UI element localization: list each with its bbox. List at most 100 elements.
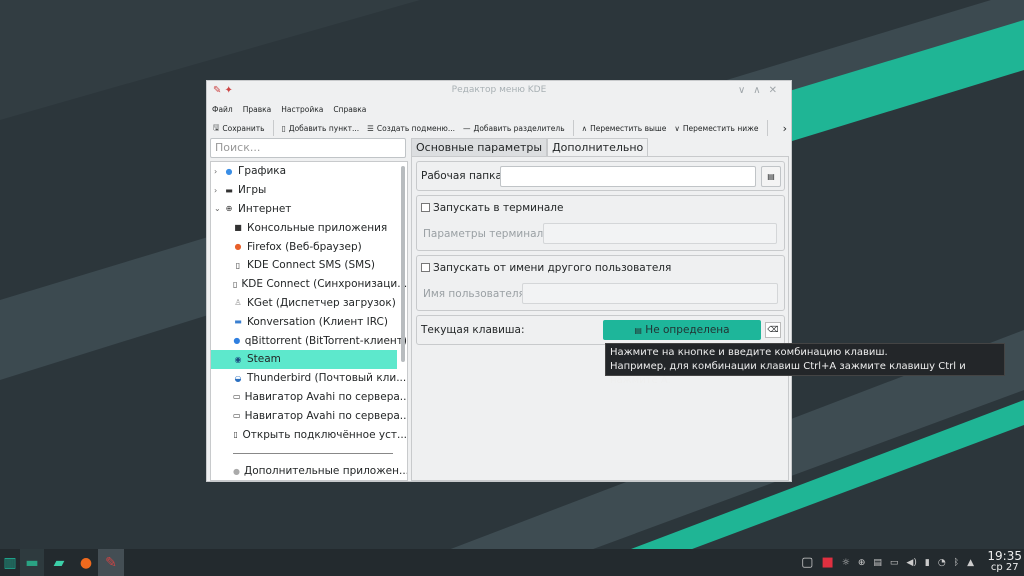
clipboard-icon[interactable]: ▤ — [873, 558, 882, 568]
gamepad-icon: ▬ — [225, 185, 233, 195]
tree-item[interactable]: ▭ Навигатор Avahi по сервера... — [211, 388, 407, 407]
network-icon: ▭ — [233, 411, 241, 421]
shortcut-button[interactable]: ▤ Не определена — [603, 320, 761, 340]
workdir-input[interactable] — [500, 166, 756, 187]
tab-general[interactable]: Основные параметры — [411, 138, 548, 156]
separator-icon: — — [462, 123, 471, 133]
desktop-pager-icon[interactable]: ▬ — [20, 549, 44, 576]
title-bar: ✎ ✦ Редактор меню KDE ∨∧✕ — [207, 81, 791, 100]
battery-icon[interactable]: ▭ — [890, 558, 899, 568]
save-icon: 🖫 — [213, 122, 220, 132]
tree-item[interactable]: › ● Графика — [211, 162, 407, 181]
menu-edit[interactable]: Правка — [243, 105, 272, 114]
move-down-button[interactable]: ∨ Переместить ниже — [674, 124, 758, 133]
folder-view-icon[interactable]: ■ — [821, 555, 833, 570]
tree-item[interactable]: ◒ Thunderbird (Почтовый кли... — [211, 369, 407, 388]
show-desktop-icon[interactable]: ▢ — [801, 555, 813, 570]
tree-item-label: qBittorrent (BitTorrent-клиент) — [244, 334, 407, 347]
chevron-up-icon: ∧ — [581, 123, 588, 133]
clock[interactable]: 19:35 ср 27 — [987, 550, 1022, 574]
tree-scrollbar[interactable] — [401, 166, 405, 362]
clear-shortcut-icon[interactable]: ⌫ — [765, 322, 781, 338]
network-icon: ▭ — [233, 392, 241, 402]
menu-settings[interactable]: Настройка — [281, 105, 323, 114]
tree-item-label: Интернет — [238, 202, 292, 215]
notifications-icon[interactable]: ☼ — [842, 558, 850, 568]
shortcut-tooltip: Нажмите на кнопке и введите комбинацию к… — [605, 343, 1005, 386]
tree-item-label: Навигатор Avahi по сервера... — [244, 409, 408, 422]
menu-help[interactable]: Справка — [333, 105, 366, 114]
phone-icon: ▯ — [233, 430, 238, 440]
tree-item[interactable]: › ▬ Игры — [211, 181, 407, 200]
run-in-terminal-checkbox[interactable]: Запускать в терминале — [421, 202, 563, 214]
terminal-icon: ■ — [234, 223, 242, 233]
tree-item[interactable]: ▯ KDE Connect (Синхронизаци... — [211, 275, 407, 294]
workdir-label: Рабочая папка: — [421, 170, 506, 182]
tree-item-label: Steam — [247, 353, 281, 366]
chevron-down-icon[interactable]: ⌄ — [214, 204, 224, 213]
tree-item-label: Консольные приложения — [247, 221, 388, 234]
tray-expand-icon[interactable]: ▲ — [967, 558, 974, 568]
add-submenu-button[interactable]: ☰ Создать подменю... — [367, 124, 455, 133]
minimize-icon[interactable]: ∨ — [738, 85, 753, 96]
terminal-options-label: Параметры терминала: — [423, 228, 554, 240]
menu-bar: Файл Правка Настройка Справка — [207, 100, 791, 118]
qbittorrent-icon: ● — [233, 336, 241, 346]
tree-item[interactable]: ■ Консольные приложения — [211, 218, 407, 237]
move-up-button[interactable]: ∧ Переместить выше — [582, 124, 667, 133]
shortcut-group: Текущая клавиша: ▤ Не определена ⌫ — [416, 315, 785, 345]
volume-icon[interactable]: ◀) — [906, 558, 916, 568]
app-launcher-icon[interactable]: ▥ — [0, 549, 20, 576]
chevron-right-icon[interactable]: › — [214, 186, 224, 195]
steam-icon: ◉ — [234, 354, 242, 364]
terminal-options-input[interactable] — [543, 223, 777, 244]
terminal-group: Запускать в терминале Параметры терминал… — [416, 195, 785, 251]
chevron-right-icon[interactable]: › — [783, 122, 787, 135]
thunderbird-icon: ◒ — [234, 373, 242, 383]
tree-item-label: KDE Connect SMS (SMS) — [247, 259, 376, 272]
tree-item[interactable]: ▭ Навигатор Avahi по сервера... — [211, 406, 407, 425]
keyboard-icon: ▤ — [634, 326, 642, 335]
close-icon[interactable]: ✕ — [769, 85, 785, 96]
tree-item[interactable]: ● Дополнительные приложен... — [211, 462, 407, 480]
tree-item[interactable]: ● qBittorrent (BitTorrent-клиент) — [211, 331, 407, 350]
tree-item-label: Навигатор Avahi по сервера... — [244, 390, 408, 403]
shortcut-label: Текущая клавиша: — [421, 324, 525, 336]
taskbar: ▥ ▬ ▰ ● ✎ ▢ ■ ☼ ⊕ ▤ ▭ ◀) ▮ ◔ ᛒ ▲ 19:35 с… — [0, 549, 1024, 576]
system-tray: ▢ ■ ☼ ⊕ ▤ ▭ ◀) ▮ ◔ ᛒ ▲ — [801, 549, 974, 576]
tab-advanced[interactable]: Дополнительно — [547, 138, 649, 156]
download-icon: ♙ — [234, 298, 242, 308]
kmenuedit-task-icon[interactable]: ✎ — [98, 549, 124, 576]
phone-icon: ▯ — [235, 260, 241, 270]
updates-icon[interactable]: ⊕ — [858, 558, 866, 568]
bluetooth-icon[interactable]: ᛒ — [954, 558, 959, 568]
workdir-group: Рабочая папка: ▤ — [416, 161, 785, 191]
tree-item[interactable]: ● Firefox (Веб-браузер) — [211, 237, 407, 256]
username-input[interactable] — [522, 283, 778, 304]
tree-item[interactable]: ▯ KDE Connect SMS (SMS) — [211, 256, 407, 275]
advanced-panel: Рабочая папка: ▤ Запускать в терминале П… — [411, 156, 789, 481]
wifi-icon[interactable]: ◔ — [938, 558, 946, 568]
tree-item[interactable]: ▬ Konversation (Клиент IRC) — [211, 312, 407, 331]
app-icon: ✎ ✦ — [213, 85, 233, 96]
tree-item[interactable]: ▯ Открыть подключённое уст... — [211, 425, 407, 444]
file-manager-icon[interactable]: ▰ — [44, 549, 74, 576]
save-button[interactable]: 🖫 Сохранить — [213, 122, 265, 135]
add-separator-button[interactable]: — Добавить разделитель — [463, 124, 565, 133]
window-title: Редактор меню KDE — [451, 85, 547, 95]
add-item-button[interactable]: ▯ Добавить пункт... — [282, 124, 360, 133]
menu-icon: ☰ — [367, 123, 374, 133]
tree-item[interactable]: ⌄ ⊕ Интернет — [211, 200, 407, 219]
folder-icon[interactable]: ▤ — [761, 166, 781, 187]
maximize-icon[interactable]: ∧ — [753, 85, 768, 96]
search-input[interactable]: Поиск... — [210, 138, 406, 158]
firefox-icon[interactable]: ● — [74, 549, 98, 576]
device-icon[interactable]: ▮ — [925, 558, 930, 568]
tree-item[interactable]: ◉ Steam — [211, 349, 397, 369]
tree-item-label: Konversation (Клиент IRC) — [247, 315, 388, 328]
tree-item-label: Firefox (Веб-браузер) — [247, 240, 362, 253]
chevron-right-icon[interactable]: › — [214, 167, 224, 176]
run-as-other-checkbox[interactable]: Запускать от имени другого пользователя — [421, 262, 671, 274]
tree-item[interactable]: ♙ KGet (Диспетчер загрузок) — [211, 294, 407, 313]
menu-file[interactable]: Файл — [212, 105, 233, 114]
